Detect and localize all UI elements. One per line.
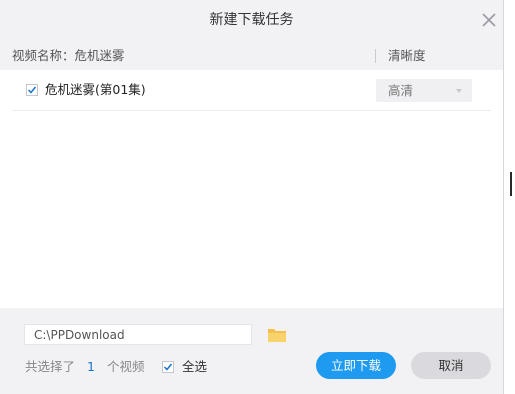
selected-count-text: 共选择了 1 个视频 [25,359,144,375]
quality-select[interactable]: 高清 [376,79,472,102]
selected-suffix: 个视频 [106,359,145,374]
folder-icon[interactable] [267,326,287,343]
definition-header: 清晰度 [388,48,426,63]
header-divider [375,49,376,63]
list-item: 危机迷雾(第01集) 高清 [12,70,491,111]
selected-count: 1 [87,359,95,374]
background-window-edge [504,0,515,394]
chevron-down-icon [456,89,462,93]
episode-title: 危机迷雾(第01集) [45,82,146,97]
background-edge-mark [510,172,512,196]
download-dialog: 新建下载任务 视频名称：危机迷雾 清晰度 危机迷雾(第01集) 高清 C:\PP… [0,0,504,394]
select-all-checkbox[interactable] [162,361,174,373]
list-header: 视频名称：危机迷雾 清晰度 [0,44,503,68]
video-name-header: 视频名称：危机迷雾 [12,48,125,63]
quality-value: 高清 [388,83,414,98]
episode-checkbox[interactable] [26,84,38,96]
download-now-button[interactable]: 立即下载 [316,352,396,379]
dialog-title: 新建下载任务 [209,12,294,28]
selected-prefix: 共选择了 [25,359,76,374]
video-list: 危机迷雾(第01集) 高清 [0,70,503,308]
download-path-input[interactable] [24,324,252,345]
close-icon[interactable] [479,10,499,30]
select-all-label: 全选 [182,359,208,374]
cancel-button[interactable]: 取消 [411,352,491,379]
